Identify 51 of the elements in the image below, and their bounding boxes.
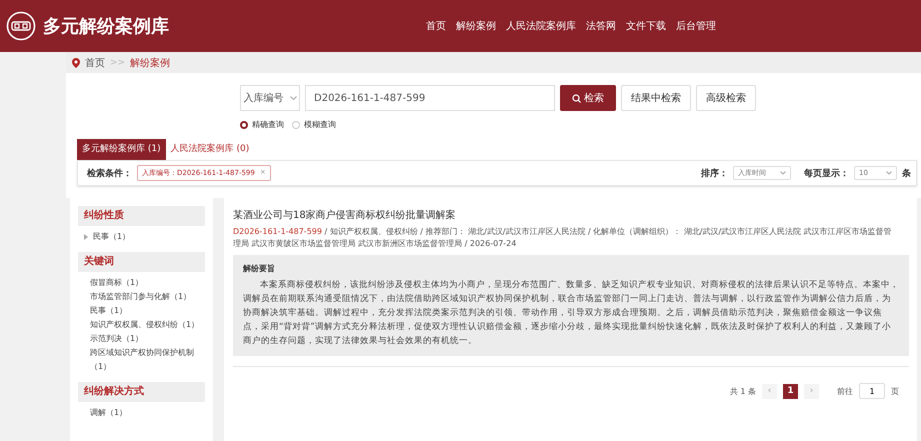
page-size-label: 每页显示： — [804, 168, 849, 180]
chevron-down-icon — [886, 171, 892, 175]
summary-heading: 解纷要旨 — [243, 263, 276, 274]
nav-link[interactable]: 后台管理 — [676, 19, 716, 33]
sort-label: 排序： — [701, 167, 728, 180]
page-unit-label: 页 — [891, 386, 899, 396]
library-tab[interactable]: 人民法院案例库 (0) — [166, 139, 254, 160]
radio-label: 精确查询 — [252, 119, 284, 130]
facet-link[interactable]: 跨区域知识产权协同保护机制（1） — [84, 346, 205, 374]
caret-right-icon — [84, 234, 88, 240]
nav-link[interactable]: 人民法院案例库 — [506, 19, 576, 33]
breadcrumb-separator: >> — [110, 58, 126, 68]
case-meta: D2026-161-1-487-599 / 知识产权权属、侵权纠纷 / 推荐部门： 湖北/武汉/武汉市江岸区人民法院 / 化解单位（调解组织）： 湖北/武汉/武汉市江岸区人民法院 武汉市江岸区市场监督管理局 武汉市黄陂区市场监督管理局 武汉市新洲区市场监督管理局 / 2026-07-24 — [233, 226, 893, 250]
page-number-field[interactable]: 1 — [859, 383, 885, 399]
facet-link[interactable]: 市场监管部门参与化解（1） — [84, 290, 192, 304]
facet-link[interactable]: 示范判决（1） — [84, 332, 144, 346]
radio-label: 模糊查询 — [304, 119, 336, 130]
total-count: 共 1 条 — [730, 386, 756, 396]
search-button[interactable]: 高级检索 — [696, 85, 756, 111]
breadcrumb-link[interactable]: 首页 — [85, 56, 105, 70]
facet-link[interactable]: 知识产权权属、侵权纠纷（1） — [84, 318, 200, 332]
library-tab[interactable]: 多元解纷案例库 (1) — [77, 139, 166, 160]
nav-link[interactable]: 首页 — [426, 19, 446, 33]
facet-link[interactable]: 调解（1） — [84, 406, 128, 420]
search-button[interactable]: 结果中检索 — [621, 85, 691, 111]
facet-heading: 关键词 — [78, 252, 205, 272]
goto-label: 前往 — [837, 386, 853, 396]
summary-text: 本案系商标侵权纠纷，该批纠纷涉及侵权主体均为小商户，呈现分布范围广、数量多、缺乏知识产权专业知识、对商标侵权的法律后果认识不足等特点。本案中，调解员在前期联系沟通受阻情况下，由法院借助跨区域知识产权协同保护机制，联合市场监管部门一同上门走访、普法与调解，以行政监管作为调解公信力后盾，为协商解决筑牢基础。调解过程中，充分发挥法院类案示范判决的引领、带动作用，引导双方形成合理预期。之后，调解员借助示范判决，聚焦赔偿金额这一争议焦点，采用“背对背”调解方式充分释法析理，促使双方理性认识赔偿金额，逐步缩小分歧，最终实现批量纠纷快速化解，既依法及时保护了权利人的利益，又兼顾了小商户的生存问题，实现了法律效果与社会效果的有机统一。 — [243, 278, 899, 348]
site-title: 多元解纷案例库 — [43, 15, 169, 38]
nav-link[interactable]: 文件下载 — [626, 19, 666, 33]
search-icon — [572, 94, 581, 102]
search-button[interactable]: 检索 — [560, 85, 616, 111]
facet-link[interactable]: 民事（1） — [84, 304, 128, 318]
filter-label: 检索条件： — [87, 167, 132, 180]
breadcrumb-link[interactable]: 解纷案例 — [130, 56, 170, 70]
nav-link[interactable]: 法答网 — [586, 19, 616, 33]
search-field[interactable]: D2026-161-1-487-599 — [305, 85, 555, 111]
page-size-unit: 条 — [902, 168, 911, 180]
page-number-button[interactable]: 1 — [783, 384, 798, 398]
nav-link[interactable]: 解纷案例 — [456, 19, 496, 33]
facet-heading: 纠纷解决方式 — [78, 382, 205, 402]
field-type-select[interactable]: 入库编号 — [240, 85, 300, 111]
facet-link[interactable]: 假冒商标（1） — [84, 276, 144, 290]
facet-heading: 纠纷性质 — [78, 206, 205, 226]
chevron-down-icon — [290, 96, 296, 100]
logo-icon — [6, 11, 36, 41]
facet-link[interactable]: 民事（1） — [93, 230, 130, 244]
location-pin-icon — [72, 58, 80, 68]
radio-button[interactable] — [240, 120, 248, 128]
chevron-down-icon — [780, 171, 786, 175]
case-title-link[interactable]: 某酒业公司与18家商户侵害商标权纠纷批量调解案 — [233, 208, 909, 222]
